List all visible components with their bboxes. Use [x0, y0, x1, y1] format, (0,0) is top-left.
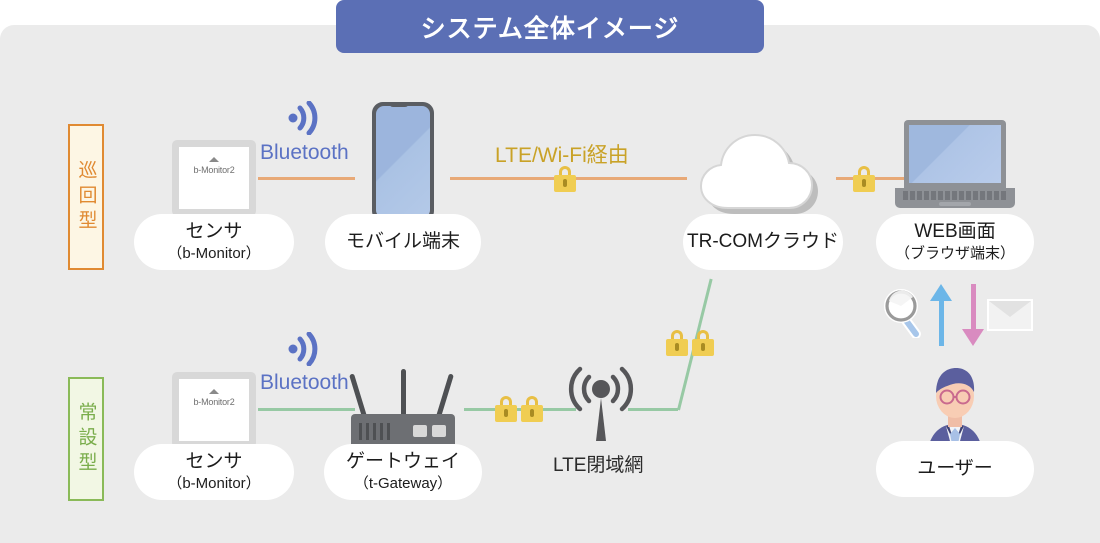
node-sublabel: （ブラウザ端末） [894, 245, 1015, 263]
page-title: システム全体イメージ [336, 0, 764, 53]
label-bluetooth-permanent: Bluetooth [260, 371, 349, 394]
arrow-down-icon [960, 284, 986, 346]
node-mobile[interactable]: モバイル端末 [325, 214, 481, 270]
node-sublabel: （t-Gateway） [353, 475, 453, 493]
node-label: センサ [185, 451, 243, 473]
side-label-permanent: 常設型 [68, 377, 104, 501]
diagram-canvas: システム全体イメージ 巡回型 常設型 Bluetooth LTE/Wi-Fi経由… [0, 0, 1100, 543]
side-label-patrol: 巡回型 [68, 124, 104, 270]
node-label: ユーザー [917, 458, 993, 480]
node-sublabel: （b-Monitor） [167, 245, 261, 263]
node-sensor-permanent[interactable]: センサ （b-Monitor） [134, 444, 294, 500]
envelope-icon [987, 299, 1033, 331]
connector-sensor-mobile [258, 177, 355, 180]
smartphone-icon [372, 102, 434, 222]
node-label: ゲートウェイ [345, 451, 460, 473]
connector-lte-diagonal-base [628, 408, 678, 411]
padlock-icon-lte-1 [666, 330, 688, 356]
node-label: モバイル端末 [345, 231, 460, 253]
node-cloud[interactable]: TR-COMクラウド [683, 214, 843, 270]
label-bluetooth-patrol: Bluetooth [260, 141, 349, 164]
node-label: WEB画面 [914, 221, 996, 243]
laptop-icon [895, 120, 1015, 210]
bluetooth-icon [284, 100, 326, 140]
padlock-icon-gw-1 [495, 396, 517, 422]
padlock-icon-cloud-web [853, 166, 875, 192]
node-label: センサ [185, 221, 243, 243]
sensor-screen-text: b-Monitor2 [193, 397, 235, 407]
connector-gateway-lte [464, 408, 576, 411]
sensor-screen-text: b-Monitor2 [193, 165, 235, 175]
node-web-screen[interactable]: WEB画面 （ブラウザ端末） [876, 214, 1034, 270]
router-icon [349, 369, 455, 452]
label-lte-wifi: LTE/Wi-Fi経由 [495, 144, 629, 167]
node-sublabel: （b-Monitor） [167, 475, 261, 493]
node-gateway[interactable]: ゲートウェイ （t-Gateway） [324, 444, 482, 500]
node-label: TR-COMクラウド [687, 231, 839, 253]
antenna-tower-icon [568, 363, 634, 448]
magnifier-icon [883, 286, 929, 343]
node-sensor-patrol[interactable]: センサ （b-Monitor） [134, 214, 294, 270]
connector-sensor-gateway [258, 408, 355, 411]
padlock-icon-lte-2 [692, 330, 714, 356]
label-lte-network: LTE閉域網 [553, 455, 644, 476]
arrow-up-icon [928, 284, 954, 346]
node-user[interactable]: ユーザー [876, 441, 1034, 497]
padlock-icon-lte-wifi [554, 166, 576, 192]
bluetooth-icon [284, 331, 326, 371]
padlock-icon-gw-2 [521, 396, 543, 422]
